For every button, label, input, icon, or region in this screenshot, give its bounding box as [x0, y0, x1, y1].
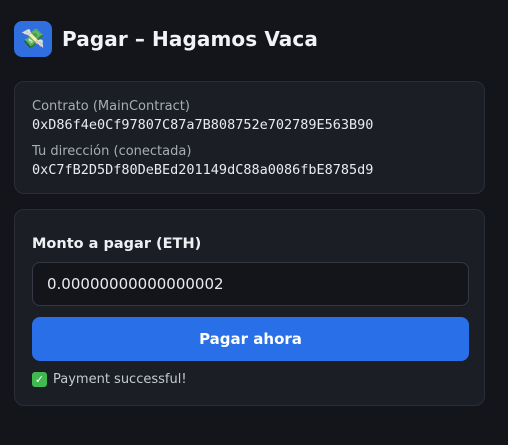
contract-address: 0xD86f4e0Cf97807C87a7B808752e702789E563B… [32, 117, 374, 133]
amount-input[interactable] [32, 262, 469, 306]
status-text: Payment successful! [53, 372, 187, 387]
payment-page: 💸 Pagar – Hagamos Vaca Contrato (MainCon… [0, 0, 508, 445]
wallet-address: 0xC7fB2D5Df80DeBEd201149dC88a0086fbE8785… [32, 162, 374, 178]
header: 💸 Pagar – Hagamos Vaca [14, 21, 318, 57]
payment-card: Monto a pagar (ETH) Pagar ahora ✓ Paymen… [14, 209, 485, 406]
contract-label: Contrato (MainContract) [32, 99, 190, 114]
amount-label: Monto a pagar (ETH) [32, 236, 202, 252]
money-with-wings-icon: 💸 [14, 21, 52, 57]
account-info-card: Contrato (MainContract) 0xD86f4e0Cf97807… [14, 81, 485, 194]
pay-now-button[interactable]: Pagar ahora [32, 317, 469, 361]
check-mark-icon: ✓ [32, 372, 47, 387]
wallet-label: Tu dirección (conectada) [32, 144, 192, 159]
status-message: ✓ Payment successful! [32, 372, 187, 387]
page-title: Pagar – Hagamos Vaca [62, 27, 318, 51]
